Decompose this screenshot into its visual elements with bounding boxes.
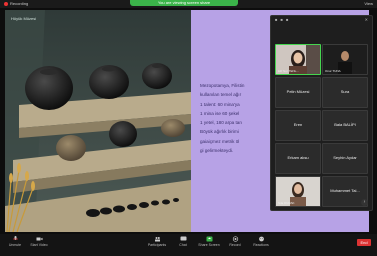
participant-tile[interactable]: Bala BALİPI: [322, 110, 368, 141]
end-meeting-button[interactable]: End: [357, 239, 371, 246]
record-button[interactable]: Record: [224, 236, 246, 247]
toolbar-label: Reactions: [253, 243, 269, 247]
participant-name: Elif Nur TENL...: [278, 69, 299, 73]
screen-share-banner[interactable]: You are viewing screen share: [130, 0, 238, 6]
participant-tile[interactable]: Erkam aksu: [275, 143, 321, 174]
view-button[interactable]: View: [364, 1, 373, 6]
slide-text: Mezopotamya, Filistin kullanılan temel a…: [200, 83, 280, 157]
participant-tile[interactable]: Elif Nur TENL...: [275, 44, 321, 75]
toolbar-label: Record: [229, 243, 241, 247]
participant-name: Sıla DURAK: [278, 201, 295, 205]
mic-icon: [12, 236, 18, 240]
participant-name: Seyhin Aydar: [333, 155, 357, 160]
slide-line: 1 mina ise 60 şekel: [200, 110, 240, 116]
participant-tile[interactable]: Sura: [322, 77, 368, 108]
museum-photo: Höyük Müzesi: [5, 10, 191, 232]
camera-icon: [36, 237, 42, 241]
participant-name: Sura: [340, 89, 350, 94]
toolbar-label: Share Screen: [198, 243, 220, 247]
recording-label: Recording: [10, 1, 29, 6]
slide-line: 1 yetel, 180 arpa tan: [200, 120, 242, 125]
share-screen-button[interactable]: Share Screen: [198, 236, 220, 247]
participant-name: Eren: [293, 122, 303, 127]
recording-indicator[interactable]: Recording: [4, 1, 28, 6]
participants-icon: [154, 237, 160, 242]
toolbar-label: Start Video: [30, 243, 48, 247]
toolbar-label: Participants: [147, 243, 167, 247]
top-bar: Recording You are viewing screen share V…: [0, 0, 377, 8]
participant-tile[interactable]: Sıla DURAK: [275, 176, 321, 207]
panel-header: ■ ■ ■ ✕: [271, 16, 372, 24]
participant-name: Bala BALİPI: [334, 122, 356, 127]
photo-caption: Höyük Müzesi: [11, 16, 37, 21]
unmute-button[interactable]: Unmute: [4, 236, 26, 247]
participant-name: Pelin Müzesi: [286, 89, 310, 94]
reactions-button[interactable]: Reactions: [250, 236, 272, 247]
chevron-right-icon[interactable]: ›: [361, 199, 368, 206]
participants-gallery-panel: ■ ■ ■ ✕ Elif Nur TENL... Onur TUNA Pelin…: [270, 15, 373, 211]
slide-line: Mezopotamya, Filistin: [200, 83, 245, 88]
participant-tile[interactable]: Onur TUNA: [322, 44, 368, 75]
participants-button[interactable]: Participants: [146, 236, 168, 247]
toolbar-label: Unmute: [8, 243, 22, 247]
slide-line: gi gelirmekteydi.: [200, 147, 234, 153]
participant-name: Muhammet Tal...: [330, 188, 360, 193]
participant-name: Onur TUNA: [325, 69, 341, 73]
meeting-toolbar: Unmute Start Video Participants Chat Sha…: [0, 234, 377, 256]
panel-layout-icon[interactable]: ■ ■ ■: [275, 17, 289, 22]
participant-tile[interactable]: Seyhin Aydar: [322, 143, 368, 174]
participant-tile[interactable]: Eren: [275, 110, 321, 141]
chat-button[interactable]: Chat: [172, 236, 194, 247]
toolbar-label: Chat: [179, 243, 187, 247]
record-icon: [232, 236, 238, 242]
slide-line: 1 talent: 60 mina'ya: [200, 101, 240, 107]
slide-line: gaiaiçmez metrik öl: [200, 138, 240, 144]
share-screen-icon: [206, 236, 212, 242]
participant-tile[interactable]: Pelin Müzesi: [275, 77, 321, 108]
reactions-icon: [258, 236, 264, 242]
slide-line: Böyük ağırlık birimi: [200, 129, 239, 135]
slide-line: kullanılan temel ağır: [200, 92, 242, 98]
record-dot-icon: [4, 1, 8, 6]
start-video-button[interactable]: Start Video: [28, 236, 50, 247]
chat-icon: [180, 236, 186, 241]
close-icon[interactable]: ✕: [365, 17, 368, 22]
participant-name: Erkam aksu: [287, 155, 309, 160]
